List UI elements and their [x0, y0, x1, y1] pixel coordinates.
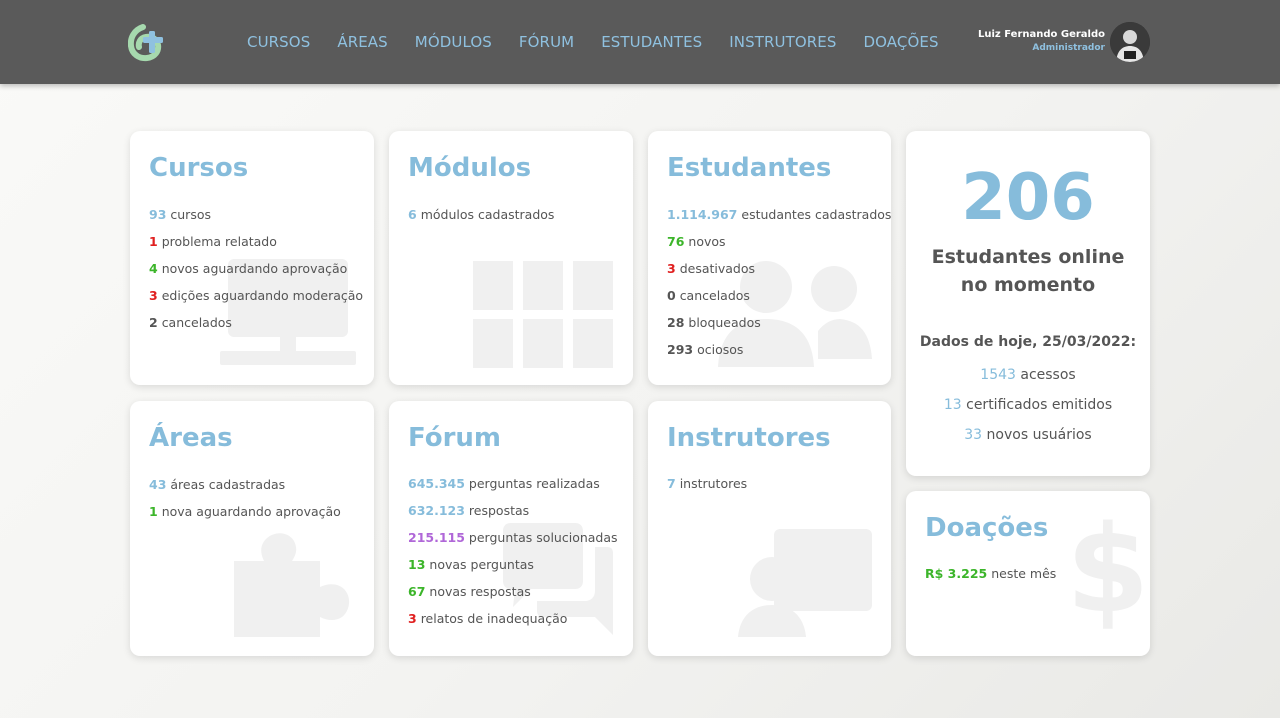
list-item: 7 instrutores	[667, 476, 748, 491]
main-nav: CURSOS ÁREAS MÓDULOS FÓRUM ESTUDANTES IN…	[247, 33, 966, 51]
stat-line: 33 novos usuários	[964, 427, 1092, 443]
stats-list: 93 cursos 1 problema relatado 4 novos ag…	[149, 207, 363, 342]
list-item: 215.115 perguntas solucionadas	[408, 530, 618, 545]
user-name: Luiz Fernando Geraldo	[978, 29, 1105, 40]
card-title: Instrutores	[667, 423, 831, 453]
card-instrutores[interactable]: Instrutores 7 instrutores	[648, 401, 891, 656]
card-forum[interactable]: Fórum 645.345 perguntas realizadas 632.1…	[389, 401, 633, 656]
card-online-students: 206 Estudantes online no momento Dados d…	[906, 131, 1150, 476]
card-title: Fórum	[408, 423, 501, 453]
stats-list: 1.114.967 estudantes cadastrados 76 novo…	[667, 207, 891, 369]
nav-modulos[interactable]: MÓDULOS	[415, 33, 492, 51]
list-item: 3 relatos de inadequação	[408, 611, 568, 626]
card-title: Áreas	[149, 423, 233, 453]
list-item: 76 novos	[667, 234, 726, 249]
stat-line: 13 certificados emitidos	[943, 397, 1113, 413]
card-areas[interactable]: Áreas 43 áreas cadastradas 1 nova aguard…	[130, 401, 374, 656]
list-item: 13 novas perguntas	[408, 557, 534, 572]
card-title: Estudantes	[667, 153, 832, 183]
list-item: 1.114.967 estudantes cadastrados	[667, 207, 891, 222]
list-item: 0 cancelados	[667, 288, 750, 303]
nav-instrutores[interactable]: INSTRUTORES	[729, 33, 836, 51]
list-item: 43 áreas cadastradas	[149, 477, 286, 492]
list-item: 645.345 perguntas realizadas	[408, 476, 600, 491]
list-item: 632.123 respostas	[408, 503, 530, 518]
nav-cursos[interactable]: CURSOS	[247, 33, 310, 51]
list-item: R$ 3.225 neste mês	[925, 566, 1057, 581]
card-modulos[interactable]: Módulos 6 módulos cadastrados	[389, 131, 633, 385]
top-bar: CURSOS ÁREAS MÓDULOS FÓRUM ESTUDANTES IN…	[0, 0, 1280, 84]
card-estudantes[interactable]: Estudantes 1.114.967 estudantes cadastra…	[648, 131, 891, 385]
list-item: 1 nova aguardando aprovação	[149, 504, 341, 519]
grid-icon	[473, 261, 613, 368]
avatar-photo-icon	[1110, 22, 1150, 62]
list-item: 6 módulos cadastrados	[408, 207, 555, 222]
today-stats: 1543 acessos 13 certificados emitidos 33…	[906, 367, 1150, 457]
stats-list: 645.345 perguntas realizadas 632.123 res…	[408, 476, 618, 638]
list-item: 2 cancelados	[149, 315, 232, 330]
online-count: 206	[961, 161, 1095, 235]
nav-estudantes[interactable]: ESTUDANTES	[601, 33, 702, 51]
list-item: 3 edições aguardando moderação	[149, 288, 364, 303]
user-info[interactable]: Luiz Fernando Geraldo Administrador	[978, 29, 1105, 53]
card-cursos[interactable]: Cursos 93 cursos 1 problema relatado 4 n…	[130, 131, 374, 385]
list-item: 93 cursos	[149, 207, 211, 222]
teacher-icon	[738, 529, 872, 637]
nav-forum[interactable]: FÓRUM	[519, 33, 574, 51]
puzzle-icon	[234, 533, 350, 637]
brand-logo-icon[interactable]	[128, 22, 168, 62]
online-label: Estudantes online no momento	[931, 246, 1125, 296]
card-title: Cursos	[149, 153, 249, 183]
stats-list: 7 instrutores	[667, 476, 747, 503]
list-item: 28 bloqueados	[667, 315, 761, 330]
card-doacoes[interactable]: $ Doações R$ 3.225 neste mês	[906, 491, 1150, 656]
list-item: 1 problema relatado	[149, 234, 277, 249]
list-item: 293 ociosos	[667, 342, 744, 357]
nav-areas[interactable]: ÁREAS	[337, 33, 387, 51]
stat-line: 1543 acessos	[980, 367, 1076, 383]
dollar-icon: $	[1066, 501, 1150, 640]
nav-doacoes[interactable]: DOAÇÕES	[864, 33, 939, 51]
user-role: Administrador	[1032, 43, 1105, 53]
avatar[interactable]	[1110, 22, 1150, 62]
card-title: Módulos	[408, 153, 532, 183]
card-title: Doações	[925, 513, 1049, 543]
stats-list: 6 módulos cadastrados	[408, 207, 554, 234]
today-heading: Dados de hoje, 25/03/2022:	[919, 334, 1137, 350]
list-item: 67 novas respostas	[408, 584, 531, 599]
list-item: 3 desativados	[667, 261, 756, 276]
stats-list: 43 áreas cadastradas 1 nova aguardando a…	[149, 477, 341, 531]
list-item: 4 novos aguardando aprovação	[149, 261, 348, 276]
stats-list: R$ 3.225 neste mês	[925, 566, 1056, 593]
